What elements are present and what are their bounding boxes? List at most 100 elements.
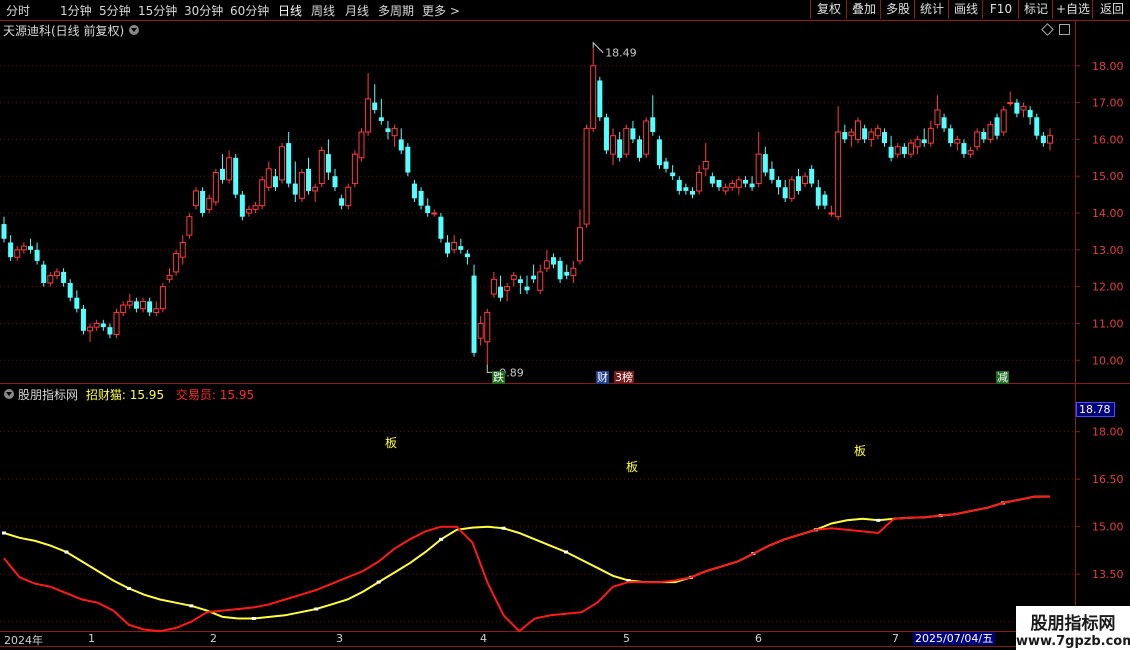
marker-jian[interactable]: 减	[996, 371, 1009, 384]
chart-canvas: 10.00 11.00 12.00 13.00 14.00 15.00 16.00 17.00…	[0, 41, 1124, 633]
candle-body-down	[603, 117, 609, 151]
candle-body-down	[550, 257, 556, 265]
candle-body-down	[769, 168, 775, 180]
candle-body-up	[186, 216, 193, 236]
marker-cai[interactable]: 财	[596, 371, 609, 384]
candle-body-down	[901, 146, 907, 155]
main-y-tick-label: 16.00	[1092, 133, 1124, 146]
candle-body-down	[27, 246, 33, 250]
candle-body-up	[590, 65, 597, 129]
watermark-url: www.7gpzb.com	[1016, 634, 1130, 649]
candle-body-down	[464, 253, 470, 258]
x-label-m7: 7	[892, 632, 899, 645]
candle-body-down	[1027, 109, 1033, 118]
candle-body-down	[762, 154, 768, 173]
indicator-dot	[501, 526, 506, 530]
candle-body-down	[557, 260, 563, 280]
candle-body-up	[298, 172, 305, 199]
candle-body-up	[265, 168, 272, 188]
ind-y-tick-label: 18.00	[1092, 426, 1124, 439]
watermark-logo: 股朋指标网 www.7gpzb.com	[1016, 606, 1130, 650]
annotation-ban-2: 板	[626, 460, 639, 474]
ind-y-tick-label: 16.50	[1092, 473, 1124, 486]
candle-body-down	[1040, 135, 1046, 144]
indicator-dot	[2, 531, 6, 535]
marker-die[interactable]: 跌	[492, 371, 505, 384]
candle-body-up	[927, 127, 934, 144]
candle-body-up	[510, 275, 517, 280]
candle-body-up	[391, 127, 398, 137]
candle-body-up	[1000, 109, 1007, 133]
candle-body-down	[200, 190, 206, 214]
candle-body-down	[272, 176, 278, 188]
candle-body-down	[637, 139, 643, 158]
candle-body-down	[881, 132, 887, 144]
x-label-m5: 5	[623, 632, 630, 645]
candle-body-up	[212, 172, 219, 203]
candle-body-up	[1047, 135, 1053, 144]
candle-body-up	[623, 127, 630, 155]
candle-body-up	[47, 275, 54, 284]
candle-body-down	[1034, 117, 1040, 136]
candle-body-down	[332, 176, 338, 188]
candle-body-down	[948, 128, 954, 144]
candle-body-down	[782, 187, 788, 199]
candle-body-down	[815, 187, 821, 206]
candle-body-down	[630, 128, 636, 140]
candle-body-up	[934, 109, 941, 126]
main-y-tick-label: 13.00	[1092, 244, 1124, 257]
candle-body-down	[650, 117, 656, 133]
candle-body-up	[537, 271, 544, 291]
candle-body-up	[159, 286, 166, 310]
current-value-box: 18.78	[1076, 402, 1115, 417]
indicator-dot	[564, 550, 569, 554]
high-price-label: 18.49	[605, 47, 637, 60]
candle-body-up	[477, 322, 484, 339]
candle-body-up	[93, 322, 100, 328]
candle-body-up	[53, 271, 60, 277]
candle-body-down	[709, 176, 715, 184]
candle-body-up	[87, 326, 94, 332]
candle-body-down	[411, 183, 417, 199]
marker-3bang[interactable]: 3榜	[614, 371, 634, 384]
candle-body-down	[994, 117, 1000, 136]
candle-body-up	[166, 275, 173, 280]
candle-body-up	[206, 197, 213, 210]
candle-body-up	[874, 127, 881, 137]
candle-body-up	[179, 241, 186, 258]
indicator-dot	[314, 607, 319, 611]
cursor-date-box: 2025/07/04/五	[913, 632, 996, 645]
candle-body-up	[729, 183, 736, 188]
main-y-tick-label: 15.00	[1092, 170, 1124, 183]
main-y-tick-label: 11.00	[1092, 317, 1124, 330]
candle-body-down	[239, 194, 245, 217]
candle-body-up	[702, 160, 709, 170]
candle-body-down	[776, 179, 782, 188]
candle-body-up	[543, 260, 550, 269]
candle-body-down	[941, 117, 947, 129]
candle-body-down	[372, 102, 378, 110]
candle-body-down	[425, 205, 431, 214]
candle-body-down	[690, 190, 696, 195]
candle-body-up	[954, 138, 961, 144]
x-label-m4: 4	[480, 632, 487, 645]
candle-body-up	[113, 311, 120, 336]
candle-body-down	[325, 154, 331, 173]
candle-body-down	[41, 264, 47, 283]
candle-body-down	[80, 308, 86, 331]
candle-body-down	[378, 117, 384, 121]
candle-body-down	[438, 216, 444, 239]
candle-body-down	[663, 161, 669, 169]
main-y-tick-label: 10.00	[1092, 354, 1124, 367]
candle-body-up	[987, 124, 994, 140]
x-label-year: 2024年	[4, 634, 43, 647]
candle-body-down	[292, 183, 298, 195]
indicator-dot	[189, 604, 194, 608]
cursor-date: 2025/07/04/五	[915, 632, 994, 645]
current-value: 18.78	[1079, 403, 1111, 416]
candle-body-up	[173, 253, 180, 273]
candle-body-down	[842, 132, 848, 140]
candle-body-down	[1, 224, 7, 239]
indicator-dot	[251, 617, 256, 620]
candle-body-up	[126, 300, 133, 306]
